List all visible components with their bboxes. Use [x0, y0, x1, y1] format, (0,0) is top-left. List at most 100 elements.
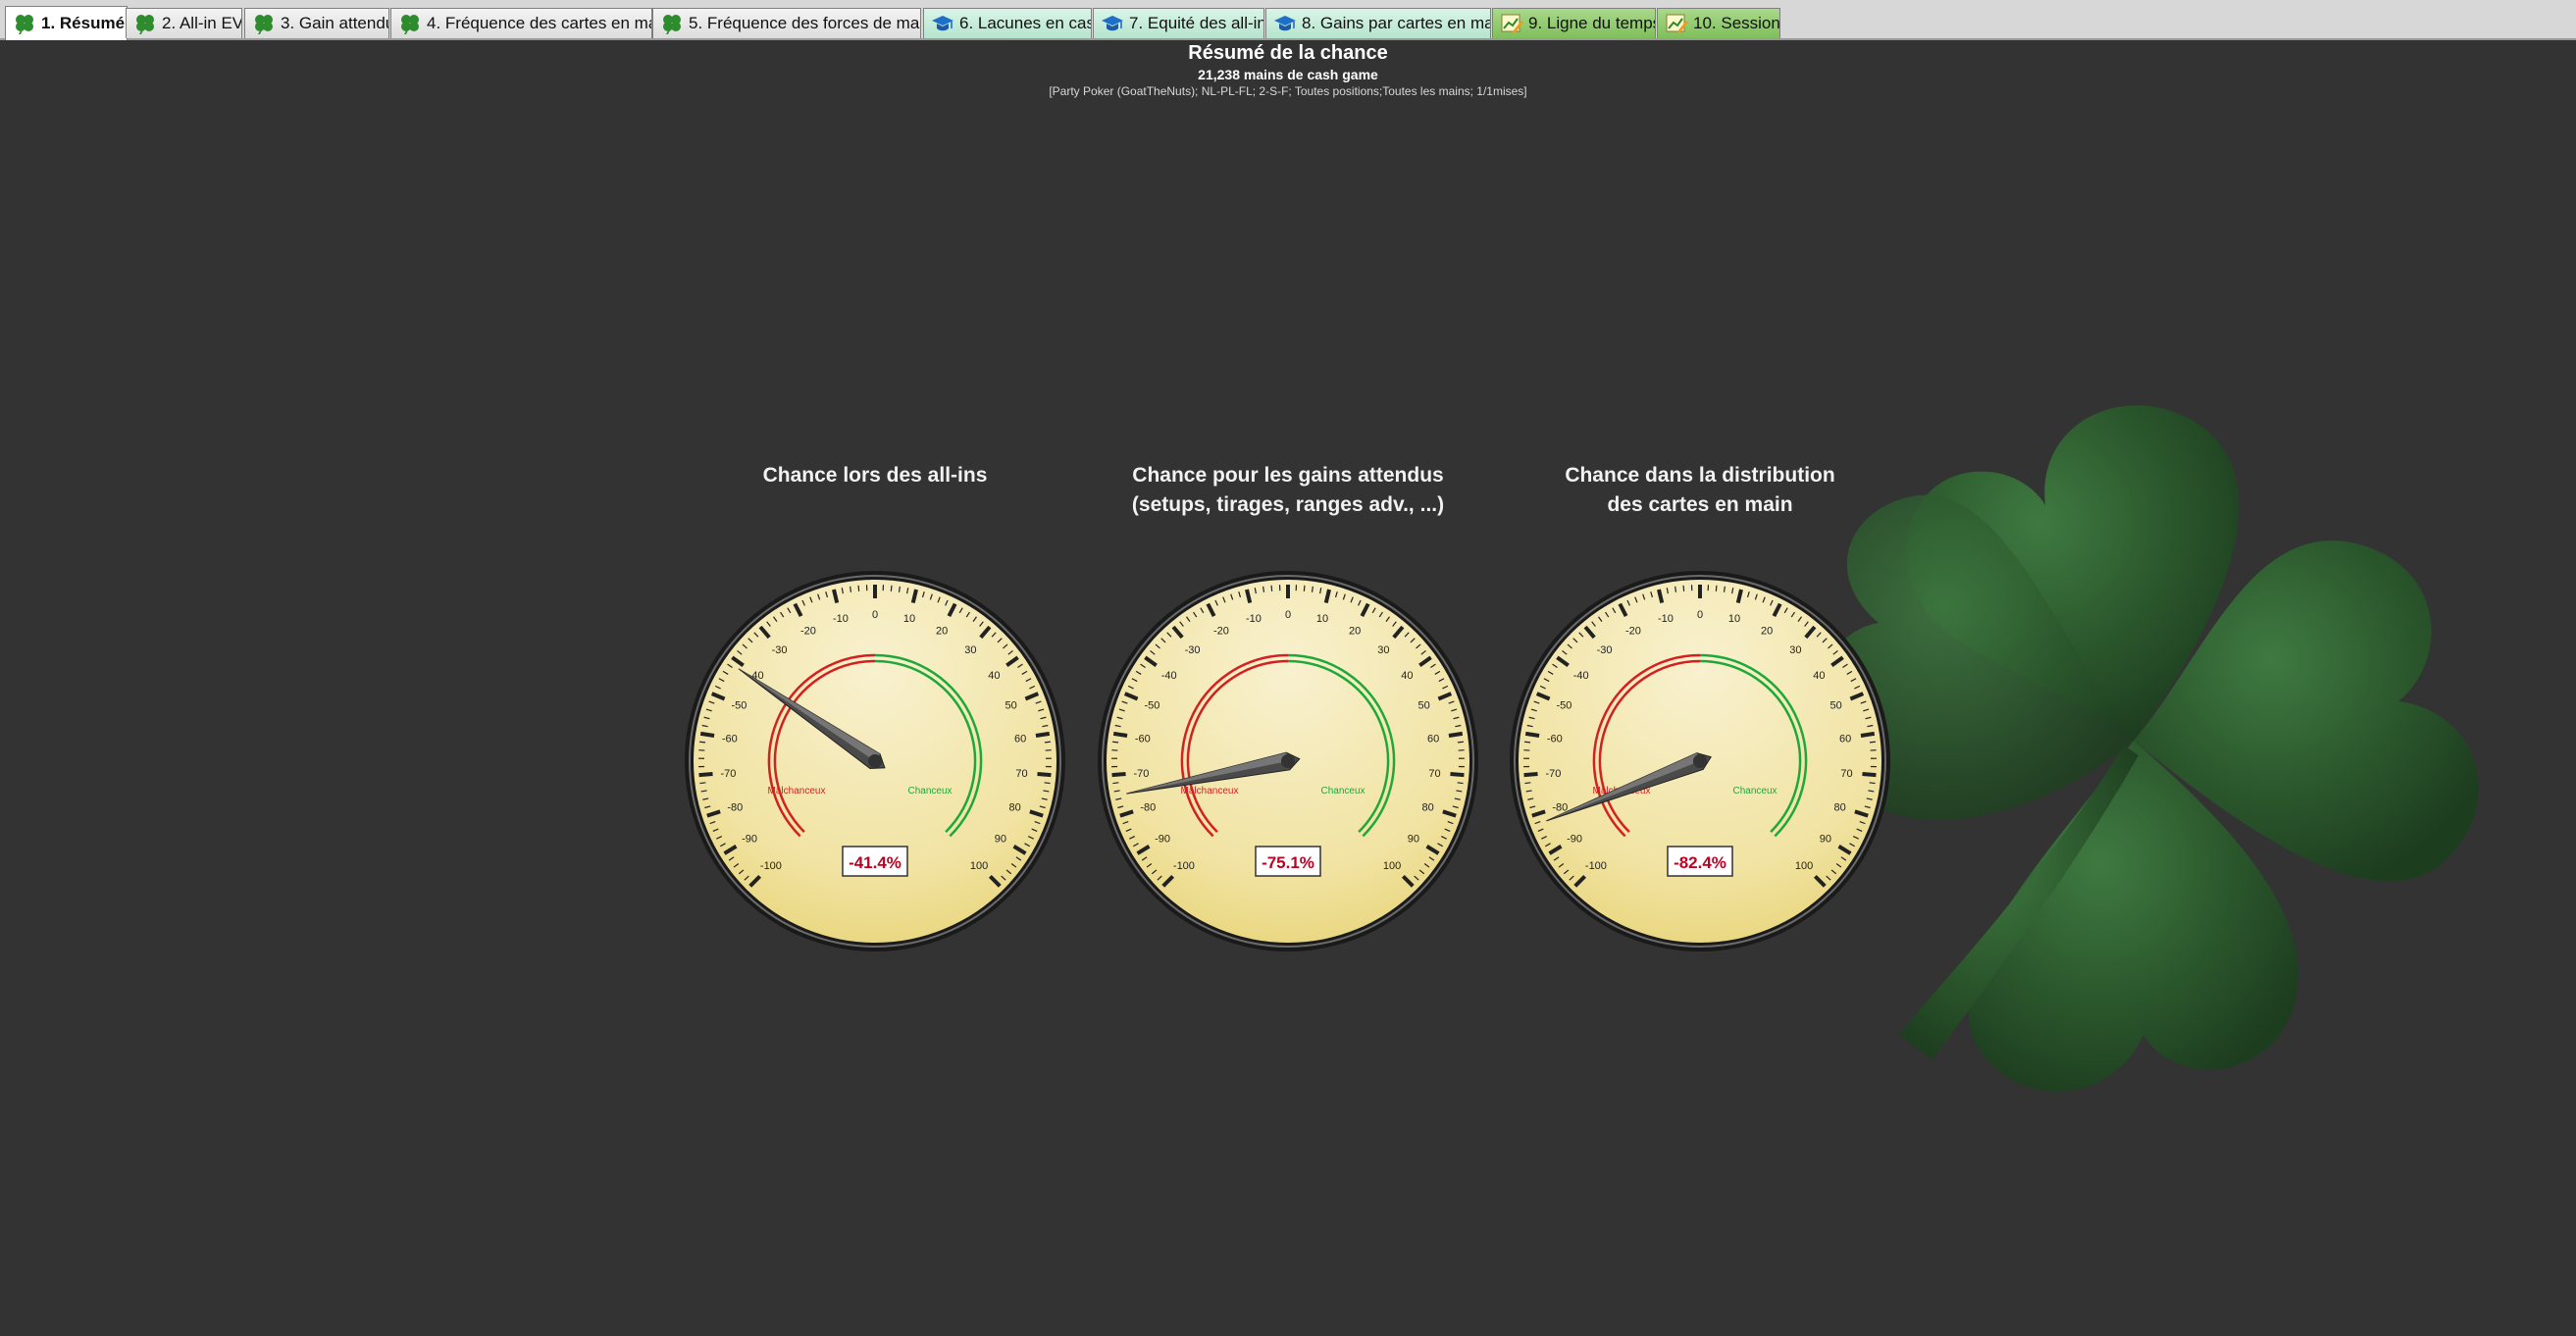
luck-value: -41.4% — [849, 853, 902, 872]
gauge-tick-label: -70 — [1134, 768, 1150, 780]
report-title: Résumé de la chance — [1188, 42, 1388, 64]
gauge-tick — [1035, 731, 1051, 739]
gauge-tick-label: 70 — [1428, 768, 1440, 780]
gauge-tick-label: 90 — [995, 833, 1006, 845]
gauge-tick — [1524, 731, 1540, 739]
gauge-tick-label: 30 — [1377, 644, 1389, 656]
gauge-tick — [698, 772, 713, 778]
clover-icon — [398, 12, 422, 35]
gauge-tick-label: 10 — [1316, 613, 1328, 625]
gauge-tick-label: 0 — [1285, 609, 1291, 621]
gauge-tick-label: 60 — [1839, 734, 1851, 745]
tab-label: 7. Equité des all-ins — [1129, 14, 1264, 32]
gauge-tick-label: 90 — [1820, 833, 1831, 845]
tab-ligne-du-temps[interactable]: 9. Ligne du temps — [1492, 8, 1656, 38]
gauge-tick — [1524, 741, 1531, 744]
gauge-tick-label: -20 — [1213, 625, 1229, 637]
report-tab-bar: 1. Résumé 2. All-in EV 3. Gain attendu 4. F… — [0, 0, 2576, 40]
gauge-tick — [857, 585, 860, 591]
clover-icon — [133, 12, 157, 35]
gauge-tick — [1044, 741, 1051, 744]
gauge-tick-label: -100 — [1585, 860, 1607, 872]
tab-frequence-forces[interactable]: 5. Fréquence des forces de mains — [652, 8, 921, 38]
gauge-tick — [1674, 586, 1677, 592]
gauge-tick-label: -90 — [742, 833, 757, 845]
gauge-tick — [1037, 772, 1052, 778]
gauge-tick-label: -100 — [760, 860, 782, 872]
gauge-tick-label: -10 — [1658, 613, 1674, 625]
tab-label: 6. Lacunes en cash — [959, 14, 1092, 32]
gauge-tick-label: 10 — [1728, 613, 1740, 625]
tab-label: 4. Fréquence des cartes en main — [427, 14, 652, 32]
tab-all-in-ev[interactable]: 2. All-in EV — [126, 8, 242, 38]
gauge-tick-label: -30 — [1185, 644, 1201, 656]
gauge-tick — [1112, 782, 1119, 785]
tab-equite-all-ins[interactable]: 7. Equité des all-ins — [1093, 8, 1264, 38]
gauge-tick-label: 100 — [1795, 860, 1813, 872]
gauge-tick-label: 50 — [1417, 700, 1429, 712]
unlucky-label: Malchanceux — [1181, 786, 1239, 796]
gauge-tick-label: -70 — [721, 768, 737, 780]
needle-hub — [1693, 754, 1707, 768]
card-distribution-luck-gauge: -100-90-80-70-60-50-40-30-20-10 0 10203040… — [1510, 571, 1890, 951]
gauge-tick — [1450, 772, 1465, 778]
tab-sessions[interactable]: 10. Sessions — [1657, 8, 1780, 38]
clover-icon — [13, 12, 36, 35]
gauge-tick — [1523, 772, 1538, 778]
gauge-tick-label: -60 — [1135, 734, 1151, 745]
graduation-cap-icon — [1101, 12, 1124, 35]
graduation-cap-icon — [1273, 12, 1297, 35]
tab-label: 3. Gain attendu — [281, 14, 389, 32]
needle-hub — [1281, 754, 1295, 768]
tab-label: 8. Gains par cartes en main — [1302, 14, 1491, 32]
gauge-tick-label: 20 — [936, 625, 948, 637]
gauge-tick-label: 0 — [1697, 609, 1703, 621]
gauge-tick-label: 90 — [1408, 833, 1419, 845]
gauge-tick — [1303, 585, 1306, 591]
tab-label: 2. All-in EV — [162, 14, 242, 32]
luck-value: -82.4% — [1674, 853, 1726, 872]
chart-pencil-icon — [1665, 12, 1688, 35]
gauge-tick-label: 40 — [1813, 670, 1825, 682]
gauge-tick — [1111, 772, 1126, 778]
gauge-title-card-distribution: Chance dans la distribution des cartes e… — [1565, 464, 1835, 516]
gauge-tick — [1311, 586, 1314, 592]
gauge-tick — [898, 586, 901, 592]
gauge-tick — [1862, 772, 1877, 778]
gauge-tick — [850, 586, 852, 592]
gauge-title-expected-gains: Chance pour les gains attendus (setups, … — [1131, 464, 1445, 516]
gauge-tick-label: 30 — [964, 644, 976, 656]
gauge-tick-label: 100 — [1383, 860, 1401, 872]
clover-icon — [660, 12, 684, 35]
gauge-tick-label: 20 — [1761, 625, 1773, 637]
gauge-tick-label: -50 — [1144, 700, 1159, 712]
gauge-tick-label: -10 — [833, 613, 849, 625]
gauge-tick-label: -10 — [1246, 613, 1262, 625]
gauge-tick-label: -40 — [1573, 670, 1589, 682]
gauge-tick — [699, 731, 715, 739]
gauge-tick-label: 80 — [1834, 801, 1846, 813]
tab-resume[interactable]: 1. Résumé — [5, 6, 128, 40]
tab-gain-attendu[interactable]: 3. Gain attendu — [244, 8, 389, 38]
lucky-label: Chanceux — [907, 786, 952, 796]
lucky-label: Chanceux — [1732, 786, 1777, 796]
chart-pencil-icon — [1500, 12, 1523, 35]
graduation-cap-icon — [931, 12, 954, 35]
gauge-tick — [1044, 782, 1051, 785]
gauge-tick-label: -50 — [731, 700, 747, 712]
tab-label: 5. Fréquence des forces de mains — [689, 14, 921, 32]
tab-label: 1. Résumé — [41, 14, 126, 32]
unlucky-label: Malchanceux — [768, 786, 826, 796]
gauge-tick-label: 50 — [1829, 700, 1841, 712]
gauge-tick-label: 20 — [1349, 625, 1361, 637]
gauge-tick-label: -40 — [1161, 670, 1177, 682]
all-in-luck-gauge: -100-90-80-70-60-50-40-30-20-10 0 10203040… — [685, 571, 1065, 951]
gauge-tick-label: 40 — [1401, 670, 1413, 682]
tab-gains-cartes[interactable]: 8. Gains par cartes en main — [1265, 8, 1491, 38]
tab-lacunes-cash[interactable]: 6. Lacunes en cash — [923, 8, 1092, 38]
tab-frequence-cartes[interactable]: 4. Fréquence des cartes en main — [390, 8, 652, 38]
gauge-tick-label: 50 — [1005, 700, 1016, 712]
luck-value: -75.1% — [1262, 853, 1314, 872]
needle-hub — [868, 754, 882, 768]
gauge-tick — [1457, 782, 1464, 785]
